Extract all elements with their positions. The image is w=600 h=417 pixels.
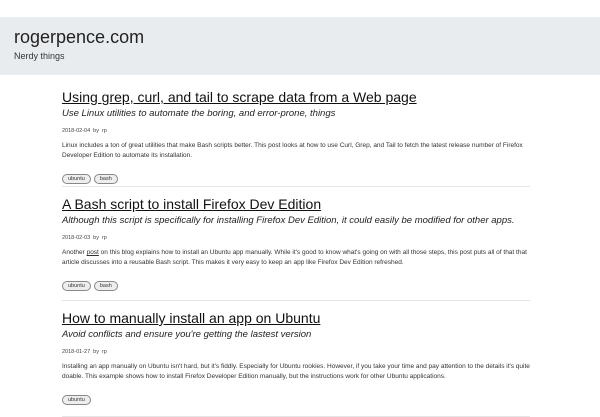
tag-ubuntu[interactable]: ubuntu — [62, 174, 91, 184]
post-by-label: by — [93, 349, 99, 355]
post-title-link[interactable]: Using grep, curl, and tail to scrape dat… — [62, 88, 530, 106]
post-date: 2018-01-27 — [62, 349, 91, 355]
tag-bash[interactable]: bash — [93, 174, 118, 184]
post-excerpt: Linux includes a ton of great utilities … — [62, 142, 523, 159]
post-excerpt: Another post on this blog explains how t… — [62, 248, 532, 268]
excerpt-text-after: on this blog explains how to install an … — [62, 249, 527, 266]
post-date: 2018-02-04 — [62, 128, 91, 134]
post-author: rp — [101, 128, 107, 134]
post-date: 2018-02-03 — [62, 235, 91, 241]
post-title-link[interactable]: How to manually install an app on Ubuntu — [62, 309, 530, 327]
tag-ubuntu[interactable]: ubuntu — [62, 281, 91, 291]
excerpt-text-before: Another — [62, 249, 87, 256]
post-meta: 2018-02-04 by rp — [62, 127, 530, 135]
post-item: A Bash script to install Firefox Dev Edi… — [62, 195, 530, 301]
post-item: How to manually install an app on Ubuntu… — [62, 309, 530, 417]
tag-list: ubuntu bash — [62, 167, 530, 184]
site-header: rogerpence.com Nerdy things — [0, 17, 600, 75]
post-by-label: by — [93, 235, 99, 241]
post-item: Using grep, curl, and tail to scrape dat… — [62, 88, 530, 187]
post-author: rp — [101, 235, 107, 241]
tag-bash[interactable]: bash — [93, 281, 118, 291]
post-list: Using grep, curl, and tail to scrape dat… — [62, 86, 530, 417]
post-title-link[interactable]: A Bash script to install Firefox Dev Edi… — [62, 195, 530, 213]
post-author: rp — [101, 349, 107, 355]
post-subtitle: Use Linux utilities to automate the bori… — [62, 108, 336, 119]
post-excerpt: Installing an app manually on Ubuntu isn… — [62, 363, 530, 380]
tag-list: ubuntu — [62, 388, 530, 405]
site-title[interactable]: rogerpence.com — [14, 26, 144, 48]
post-subtitle: Although this script is specifically for… — [62, 215, 515, 226]
tag-list: ubuntu bash — [62, 274, 530, 291]
post-meta: 2018-02-03 by rp — [62, 234, 530, 242]
post-by-label: by — [93, 128, 99, 134]
post-meta: 2018-01-27 by rp — [62, 348, 530, 356]
excerpt-post-link[interactable]: post — [87, 249, 99, 256]
post-subtitle: Avoid conflicts and ensure you're gettin… — [62, 329, 312, 340]
site-tagline: Nerdy things — [14, 51, 65, 61]
tag-ubuntu[interactable]: ubuntu — [62, 395, 91, 405]
